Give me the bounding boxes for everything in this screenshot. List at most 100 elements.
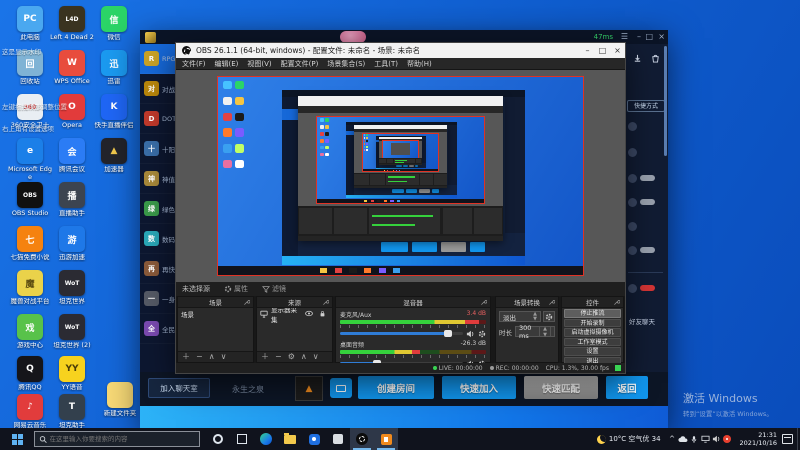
sidebar-item-DOTA[interactable]: DDOTA [140, 104, 176, 134]
taskbar-app-cortana[interactable] [206, 428, 230, 450]
toolbar-glyph-∨[interactable]: ∨ [313, 352, 319, 362]
desktop-icon-15[interactable]: 七七猫免费小说 [8, 226, 52, 262]
menu-编辑(E)[interactable]: 编辑(E) [215, 59, 239, 69]
desktop-icon-18[interactable]: WoT 坦克世界 [50, 270, 94, 306]
tray-speaker-icon[interactable] [711, 428, 722, 450]
desktop-icon-23[interactable]: ♪ 网易云音乐 [8, 394, 52, 430]
room-row[interactable] [628, 196, 664, 208]
sidebar-item-绿色[interactable]: 绿绿色 [140, 194, 176, 224]
desktop-icon-24[interactable]: T 坦克助手 [50, 394, 94, 430]
toolbar-glyph-＋[interactable]: ＋ [182, 352, 190, 362]
desktop-icon-11[interactable]: 会腾讯会议 [50, 138, 94, 174]
obs-minimize-button[interactable]: – [580, 43, 595, 58]
lobby-button-创建房间[interactable]: 创建房间 [358, 376, 434, 399]
app-menu-button[interactable]: ☰ [621, 31, 628, 43]
properties-button[interactable]: 属性 [224, 284, 248, 294]
menu-帮助(H)[interactable]: 帮助(H) [407, 59, 432, 69]
toolbar-glyph-⚙[interactable]: ⚙ [288, 352, 295, 362]
desktop-icon-14[interactable]: 播直播助手 [50, 182, 94, 218]
desktop-icon-16[interactable]: 游迅游加速 [50, 226, 94, 262]
filters-button[interactable]: 滤镜 [262, 284, 286, 294]
taskbar-app-orange-app[interactable] [374, 428, 398, 450]
join-chat-button[interactable]: 加入聊天室 [148, 378, 210, 398]
control-button-启动虚拟摄像机[interactable]: 启动虚拟摄像机 [564, 328, 621, 337]
sidebar-item-一身[interactable]: 一一身 [140, 284, 176, 314]
obs-preview-source-recursive[interactable] [217, 76, 584, 276]
control-button-设置[interactable]: 设置 [564, 347, 621, 356]
toolbar-glyph-∧[interactable]: ∧ [209, 352, 215, 362]
source-item[interactable]: 显示器采集 [257, 306, 332, 324]
obs-close-button[interactable]: × [610, 43, 625, 58]
room-row[interactable] [628, 146, 664, 158]
desktop-icon-13[interactable]: OBS OBS Studio [8, 182, 52, 218]
desktop-icon-2[interactable]: L4D Left 4 Dead 2 [50, 6, 94, 42]
lobby-button-快速加入[interactable]: 快速加入 [442, 376, 516, 399]
desktop-icon-9[interactable]: K 快手直播伴侣 [92, 94, 136, 130]
taskbar-app-edge[interactable] [254, 428, 278, 450]
taskbar-app-task-view[interactable] [230, 428, 254, 450]
action-center-icon[interactable] [782, 434, 793, 444]
toolbar-glyph-−[interactable]: − [275, 352, 282, 362]
menu-场景集合(S)[interactable]: 场景集合(S) [327, 59, 365, 69]
desktop-icon-3[interactable]: 信微信 [92, 6, 136, 42]
menu-文件(F)[interactable]: 文件(F) [182, 59, 206, 69]
scrollbar[interactable] [664, 46, 667, 156]
taskbar-search[interactable] [34, 431, 200, 447]
room-row[interactable] [628, 220, 664, 232]
tray-alert-icon[interactable] [722, 428, 733, 450]
taskbar-app-file-explorer[interactable] [278, 428, 302, 450]
room-row[interactable] [628, 120, 664, 132]
room-settings-button[interactable] [330, 378, 352, 398]
transition-select[interactable]: 淡出 ▲ ▼ [499, 311, 541, 322]
map-thumbnail[interactable]: ▲ [295, 376, 323, 401]
desktop-icon-19[interactable]: 戏游戏中心 [8, 314, 52, 350]
desktop-icon-20[interactable]: WoT 坦克世界 (2) [50, 314, 94, 350]
sidebar-item-十阳[interactable]: 十十阳 [140, 134, 176, 164]
taskbar-clock[interactable]: 21:31 2021/10/16 [740, 431, 777, 447]
wrench-icon[interactable] [480, 299, 488, 308]
toolbar-glyph-−[interactable]: − [196, 352, 203, 362]
control-button-停止推流[interactable]: 停止推流 [564, 309, 621, 318]
app-close-button[interactable]: × [658, 31, 665, 43]
download-icon[interactable] [633, 48, 642, 67]
transition-settings-icon[interactable] [543, 311, 555, 322]
tray-mic-icon[interactable] [689, 428, 700, 450]
toolbar-glyph-∨[interactable]: ∨ [221, 352, 227, 362]
desktop-icon-10[interactable]: e Microsoft Edge [8, 138, 52, 181]
taskbar-app-utility-app[interactable] [326, 428, 350, 450]
tray-cloud-icon[interactable] [678, 428, 689, 450]
menu-视图(V)[interactable]: 视图(V) [247, 59, 271, 69]
desktop-icon-12[interactable]: ▲ 加速器 [92, 138, 136, 174]
obs-maximize-button[interactable]: □ [595, 43, 610, 58]
lobby-button-返回[interactable]: 返回 [606, 376, 648, 399]
room-row[interactable] [628, 282, 664, 294]
desktop-icon-22[interactable]: YY YY语音 [50, 356, 94, 392]
weather-moon-icon[interactable] [596, 434, 606, 444]
control-button-工作室模式[interactable]: 工作室模式 [564, 337, 621, 347]
sidebar-item-再快[interactable]: 再再快 [140, 254, 176, 284]
desktop-icon-8[interactable]: O Opera [50, 94, 94, 130]
desktop-icon-1[interactable]: PC 此电脑 [8, 6, 52, 42]
sidebar-item-对战[interactable]: 对对战 [140, 74, 176, 104]
desktop-icon-17[interactable]: 魔魔兽对战平台 [8, 270, 52, 306]
menu-工具(T)[interactable]: 工具(T) [374, 59, 398, 69]
wrench-icon[interactable] [322, 299, 330, 308]
tray-disp-icon[interactable] [700, 428, 711, 450]
wrench-icon[interactable] [613, 299, 621, 308]
search-input[interactable] [47, 434, 195, 444]
taskbar-app-obs[interactable] [350, 428, 374, 450]
volume-slider[interactable] [340, 330, 463, 337]
duration-input[interactable]: 300 ms ▲ ▼ [515, 324, 555, 340]
sidebar-item-神值[interactable]: 神神值 [140, 164, 176, 194]
start-button[interactable] [0, 428, 34, 450]
desktop-icon-6[interactable]: 迅迅雷 [92, 50, 136, 86]
desktop-icon-25[interactable]: 新建文件夹 [98, 382, 142, 418]
wrench-icon[interactable] [548, 299, 556, 308]
tray-expand-icon[interactable]: ^ [667, 428, 678, 450]
menu-配置文件(P)[interactable]: 配置文件(P) [281, 59, 319, 69]
lobby-button-快速匹配[interactable]: 快速匹配 [524, 376, 598, 399]
app-minimize-button[interactable]: – [637, 31, 641, 43]
scene-item[interactable]: 场景 [178, 308, 253, 319]
slider-handle[interactable] [444, 330, 453, 337]
room-row[interactable] [628, 172, 664, 184]
